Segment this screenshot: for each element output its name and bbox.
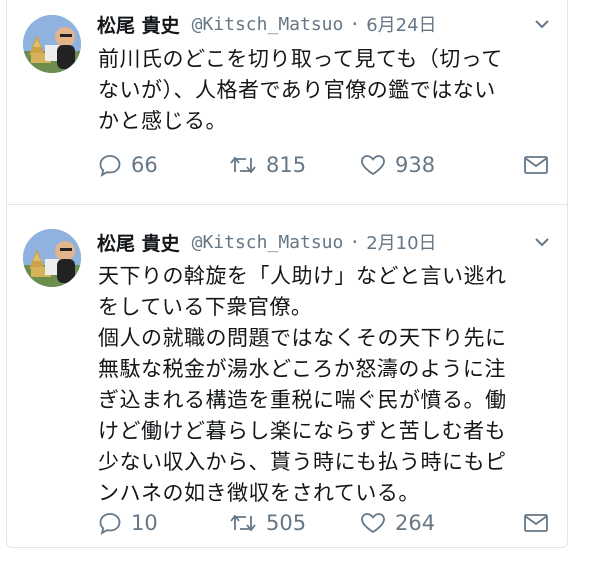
chevron-down-icon[interactable] — [531, 13, 553, 35]
reply-count: 66 — [131, 153, 158, 177]
dm-button[interactable] — [523, 512, 549, 534]
mail-icon — [523, 154, 549, 176]
tweet-actions: 10 505 264 — [97, 508, 549, 538]
heart-icon — [359, 510, 387, 536]
avatar[interactable] — [23, 15, 81, 73]
tweet[interactable]: 松尾 貴史 @Kitsch_Matsuo · 2月10日 天下りの斡旋を「人助け… — [7, 206, 567, 547]
author-handle[interactable]: @Kitsch_Matsuo — [192, 232, 344, 253]
like-button[interactable]: 938 — [359, 152, 490, 178]
tweet-header: 松尾 貴史 @Kitsch_Matsuo · 6月24日 — [97, 11, 553, 37]
dm-button[interactable] — [523, 154, 549, 176]
like-count: 938 — [395, 153, 436, 177]
tweet-date[interactable]: 2月10日 — [366, 229, 436, 255]
tweet-text: 天下りの斡旋を「人助け」などと言い逃れ をしている下衆官僚。 個人の就職の問題で… — [98, 264, 507, 505]
heart-icon — [359, 152, 387, 178]
author-handle[interactable]: @Kitsch_Matsuo — [192, 14, 344, 35]
author-name[interactable]: 松尾 貴史 — [97, 11, 180, 38]
tweet-date[interactable]: 6月24日 — [366, 11, 436, 37]
retweet-count: 505 — [266, 511, 307, 535]
retweet-button[interactable]: 505 — [228, 510, 359, 536]
separator: · — [349, 13, 361, 35]
reply-button[interactable]: 10 — [97, 510, 228, 536]
reply-icon — [97, 510, 123, 536]
author-name[interactable]: 松尾 貴史 — [97, 229, 180, 256]
retweet-button[interactable]: 815 — [228, 152, 359, 178]
tweet[interactable]: 松尾 貴史 @Kitsch_Matsuo · 6月24日 前川氏のどこを切り取っ… — [7, 0, 567, 205]
mail-icon — [523, 512, 549, 534]
reply-icon — [97, 152, 123, 178]
tweet-actions: 66 815 938 — [97, 150, 549, 180]
tweet-text: 前川氏のどこを切り取って見ても（切って ないが）、人格者であり官僚の鑑ではない … — [98, 47, 503, 133]
like-count: 264 — [395, 511, 436, 535]
tweet-header: 松尾 貴史 @Kitsch_Matsuo · 2月10日 — [97, 229, 553, 255]
avatar[interactable] — [23, 229, 81, 287]
like-button[interactable]: 264 — [359, 510, 490, 536]
reply-count: 10 — [131, 511, 158, 535]
chevron-down-icon[interactable] — [531, 231, 553, 253]
retweet-count: 815 — [266, 153, 307, 177]
retweet-icon — [228, 152, 258, 178]
retweet-icon — [228, 510, 258, 536]
tweet-feed: 松尾 貴史 @Kitsch_Matsuo · 6月24日 前川氏のどこを切り取っ… — [6, 0, 568, 548]
separator: · — [349, 231, 361, 253]
reply-button[interactable]: 66 — [97, 152, 228, 178]
